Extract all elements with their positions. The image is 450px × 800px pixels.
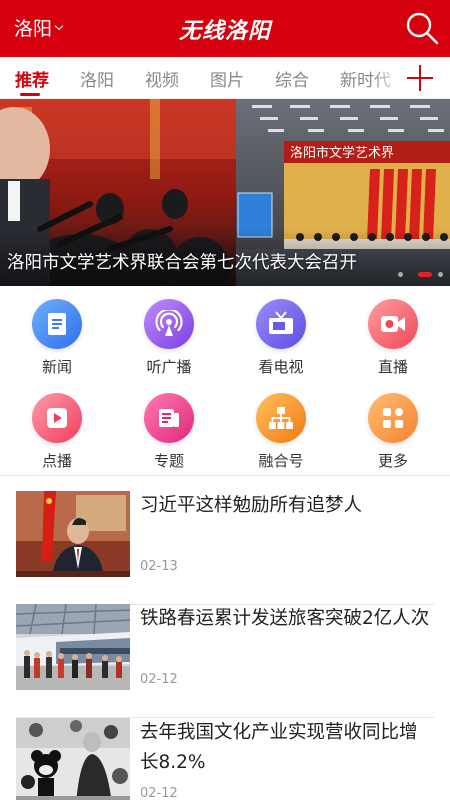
news-item[interactable]: 去年我国文化产业实现营收同比增长8.2% 02-12 xyxy=(16,718,434,800)
search-icon[interactable] xyxy=(404,10,440,46)
grid-item-news[interactable]: 新闻 xyxy=(12,299,102,379)
grid-label: 直播 xyxy=(377,358,408,376)
grid-label: 看电视 xyxy=(258,358,304,376)
tv-icon xyxy=(256,299,306,349)
top-bar: 洛阳 无线洛阳 xyxy=(0,0,450,57)
carousel-dot xyxy=(438,272,443,277)
news-thumbnail xyxy=(16,718,130,800)
grid-label: 听广播 xyxy=(146,358,192,376)
news-thumbnail xyxy=(16,491,130,577)
grid-label: 专题 xyxy=(153,452,184,470)
tab-pictures[interactable]: 图片 xyxy=(210,66,244,91)
more-grid-icon xyxy=(368,393,418,443)
grid-item-tv[interactable]: 看电视 xyxy=(236,299,326,379)
topic-icon xyxy=(144,393,194,443)
grid-item-more[interactable]: 更多 xyxy=(348,393,438,473)
active-tab-indicator xyxy=(20,93,40,96)
grid-label: 点播 xyxy=(41,452,72,470)
news-item[interactable]: 习近平这样勉励所有追梦人 02-13 xyxy=(16,491,434,605)
tab-recommend[interactable]: 推荐 xyxy=(15,66,49,91)
grid-label: 新闻 xyxy=(41,358,72,376)
add-channel-icon[interactable] xyxy=(404,62,436,94)
carousel-dot-active xyxy=(418,272,432,277)
news-icon xyxy=(32,299,82,349)
banner-caption[interactable]: 洛阳市文学艺术界联合会第七次代表大会召开 xyxy=(7,249,447,274)
quick-access-grid: 新闻 听广播 看电视 直播 点播 专题 融合号 更多 xyxy=(0,286,450,476)
grid-item-topic[interactable]: 专题 xyxy=(124,393,214,473)
tab-luoyang[interactable]: 洛阳 xyxy=(80,66,114,91)
news-title: 去年我国文化产业实现营收同比增长8.2% xyxy=(140,722,418,773)
tabs-fade xyxy=(372,57,402,98)
grid-label: 融合号 xyxy=(258,452,304,470)
news-date: 02-12 xyxy=(140,672,178,687)
news-item[interactable]: 铁路春运累计发送旅客突破2亿人次 02-12 xyxy=(16,604,434,718)
grid-item-radio[interactable]: 听广播 xyxy=(124,299,214,379)
stage-banner-text: 洛阳市文学艺术界 xyxy=(290,145,394,161)
play-icon xyxy=(32,393,82,443)
news-date: 02-13 xyxy=(140,559,178,574)
grid-label: 更多 xyxy=(377,452,408,470)
channel-tabs: 推荐 洛阳 视频 图片 综合 新时代 xyxy=(0,57,450,99)
news-date: 02-12 xyxy=(140,786,178,800)
carousel-dot xyxy=(398,272,403,277)
radio-icon xyxy=(144,299,194,349)
live-icon xyxy=(368,299,418,349)
news-title: 习近平这样勉励所有追梦人 xyxy=(140,495,363,516)
grid-item-vod[interactable]: 点播 xyxy=(12,393,102,473)
app-logo: 无线洛阳 xyxy=(178,18,271,44)
tab-general[interactable]: 综合 xyxy=(275,66,309,91)
grid-item-live[interactable]: 直播 xyxy=(348,299,438,379)
grid-item-media-account[interactable]: 融合号 xyxy=(236,393,326,473)
org-icon xyxy=(256,393,306,443)
news-thumbnail xyxy=(16,604,130,690)
news-title: 铁路春运累计发送旅客突破2亿人次 xyxy=(140,608,430,629)
tab-video[interactable]: 视频 xyxy=(145,66,179,91)
